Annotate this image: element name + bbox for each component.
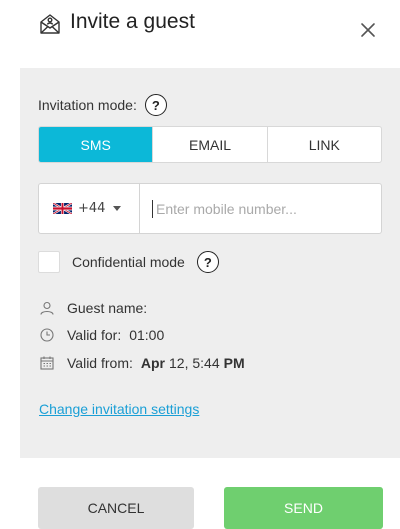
- text-cursor: [152, 199, 153, 218]
- clock-icon: [40, 328, 54, 342]
- tab-link[interactable]: LINK: [266, 127, 381, 162]
- valid-from-row: Valid from: Apr 12, 5:44 PM: [40, 355, 245, 371]
- phone-input-wrap: [140, 184, 381, 233]
- close-button[interactable]: [356, 18, 380, 42]
- dialog-title: Invite a guest: [70, 10, 195, 33]
- invitation-mode-tabs: SMS EMAIL LINK: [38, 126, 382, 163]
- guest-name-row: Guest name:: [40, 300, 147, 316]
- guest-name-label: Guest name:: [67, 300, 148, 316]
- mobile-number-input[interactable]: [156, 200, 366, 217]
- calendar-icon: [40, 356, 54, 370]
- country-code: +44: [78, 201, 106, 216]
- chevron-down-icon: [113, 206, 122, 211]
- tab-sms[interactable]: SMS: [39, 127, 153, 162]
- valid-from-day-time: 12, 5:44: [169, 355, 220, 371]
- person-icon: [40, 301, 54, 315]
- invite-panel: Invitation mode: ? SMS EMAIL LINK +44 Co…: [20, 68, 400, 458]
- valid-from-period: PM: [223, 355, 245, 371]
- valid-for-value: 01:00: [129, 327, 165, 343]
- confidential-mode-row: Confidential mode ?: [38, 251, 219, 273]
- tab-email[interactable]: EMAIL: [152, 127, 266, 162]
- dialog-header: Invite a guest: [0, 0, 400, 52]
- cancel-button[interactable]: CANCEL: [38, 487, 194, 529]
- confidential-mode-label: Confidential mode: [72, 254, 185, 270]
- valid-for-label: Valid for:: [67, 327, 122, 343]
- valid-for-row: Valid for: 01:00: [40, 327, 164, 343]
- change-invitation-settings-link[interactable]: Change invitation settings: [39, 401, 199, 417]
- confidential-mode-checkbox[interactable]: [38, 251, 60, 273]
- guest-invite-envelope-icon: [40, 14, 60, 34]
- valid-from-month: Apr: [140, 355, 165, 371]
- phone-field: +44: [38, 183, 382, 234]
- send-button[interactable]: SEND: [224, 487, 383, 529]
- valid-from-label: Valid from:: [67, 355, 133, 371]
- country-code-select[interactable]: +44: [39, 184, 140, 233]
- invitation-mode-label: Invitation mode:: [38, 97, 137, 113]
- close-icon: [361, 23, 375, 37]
- confidential-mode-help-icon[interactable]: ?: [196, 251, 219, 273]
- invitation-mode-help-icon[interactable]: ?: [144, 94, 167, 116]
- uk-flag-icon: [53, 203, 72, 214]
- invitation-mode-row: Invitation mode: ?: [38, 94, 167, 116]
